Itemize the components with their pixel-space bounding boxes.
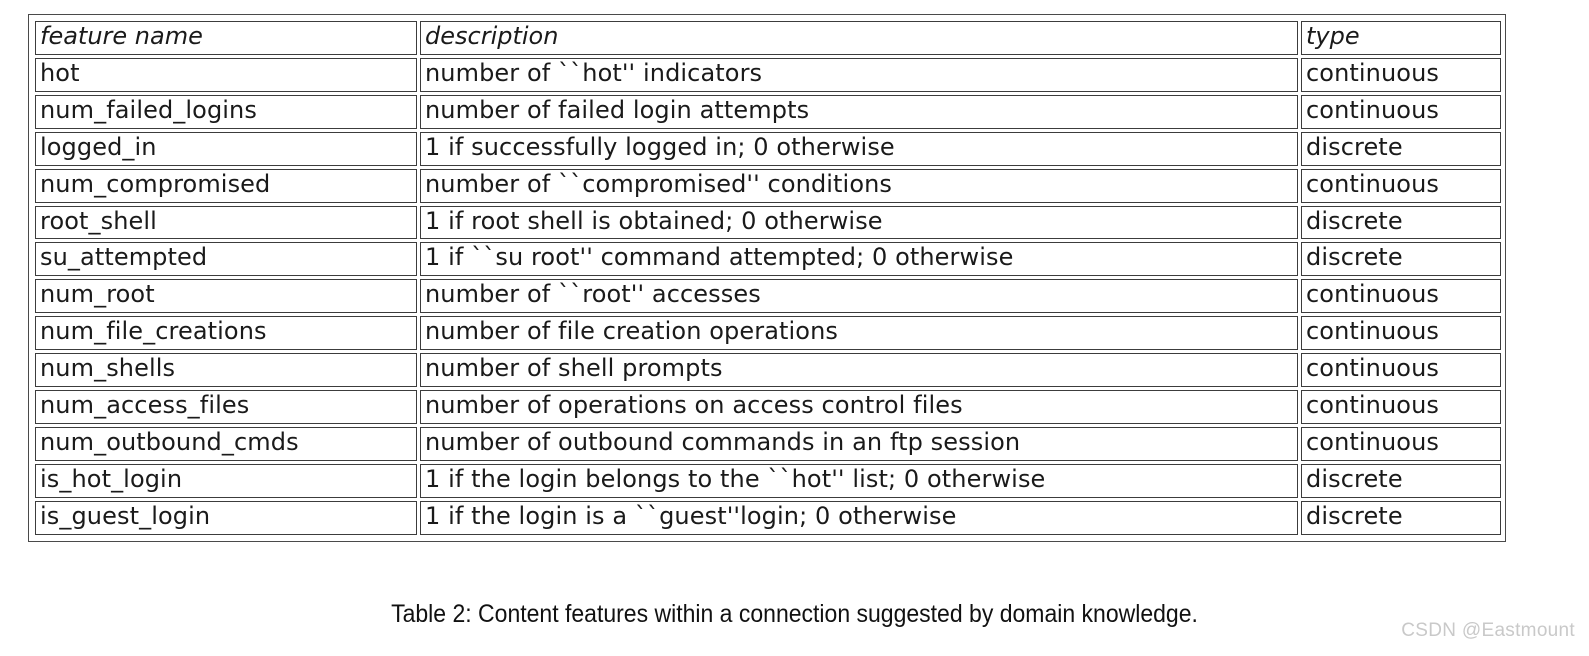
cell-type: continuous — [1301, 426, 1501, 461]
table-row: is_guest_login 1 if the login is a ``gue… — [35, 500, 1501, 535]
cell-type: discrete — [1301, 205, 1501, 240]
cell-description: number of operations on access control f… — [420, 390, 1298, 424]
cell-type: continuous — [1301, 57, 1501, 92]
cell-feature-name: num_compromised — [35, 168, 417, 203]
cell-feature-name: num_outbound_cmds — [35, 426, 417, 461]
table-row: num_outbound_cmds number of outbound com… — [35, 426, 1501, 461]
feature-table-container: feature name description type hot number… — [28, 14, 1506, 542]
cell-type: discrete — [1301, 131, 1501, 166]
watermark: CSDN @Eastmount — [1401, 620, 1575, 641]
table-body: hot number of ``hot'' indicators continu… — [35, 57, 1501, 535]
table-row: num_failed_logins number of failed login… — [35, 94, 1501, 129]
column-header-type: type — [1301, 21, 1501, 55]
cell-feature-name: is_hot_login — [35, 463, 417, 498]
cell-feature-name: num_failed_logins — [35, 94, 417, 129]
cell-feature-name: num_access_files — [35, 390, 417, 424]
cell-description: 1 if successfully logged in; 0 otherwise — [420, 131, 1298, 166]
cell-description: number of ``hot'' indicators — [420, 57, 1298, 92]
cell-description: 1 if the login belongs to the ``hot'' li… — [420, 463, 1298, 498]
cell-feature-name: num_file_creations — [35, 316, 417, 351]
cell-type: continuous — [1301, 94, 1501, 129]
table-row: num_compromised number of ``compromised'… — [35, 168, 1501, 203]
cell-feature-name: is_guest_login — [35, 500, 417, 535]
table-row: num_shells number of shell prompts conti… — [35, 353, 1501, 388]
column-header-feature-name: feature name — [35, 21, 417, 55]
table-row: su_attempted 1 if ``su root'' command at… — [35, 242, 1501, 277]
table-row: num_root number of ``root'' accesses con… — [35, 279, 1501, 314]
cell-type: continuous — [1301, 353, 1501, 388]
cell-type: continuous — [1301, 316, 1501, 351]
cell-feature-name: num_shells — [35, 353, 417, 388]
cell-feature-name: hot — [35, 57, 417, 92]
column-header-description: description — [420, 21, 1298, 55]
cell-description: number of outbound commands in an ftp se… — [420, 426, 1298, 461]
cell-feature-name: num_root — [35, 279, 417, 314]
cell-description: 1 if root shell is obtained; 0 otherwise — [420, 205, 1298, 240]
cell-description: number of ``root'' accesses — [420, 279, 1298, 314]
table-row: num_access_files number of operations on… — [35, 390, 1501, 424]
cell-type: discrete — [1301, 463, 1501, 498]
cell-description: number of shell prompts — [420, 353, 1298, 388]
cell-description: number of ``compromised'' conditions — [420, 168, 1298, 203]
table-row: root_shell 1 if root shell is obtained; … — [35, 205, 1501, 240]
cell-feature-name: su_attempted — [35, 242, 417, 277]
feature-table: feature name description type hot number… — [32, 18, 1504, 538]
table-header-row: feature name description type — [35, 21, 1501, 55]
cell-feature-name: logged_in — [35, 131, 417, 166]
cell-type: continuous — [1301, 168, 1501, 203]
table-row: hot number of ``hot'' indicators continu… — [35, 57, 1501, 92]
table-caption: Table 2: Content features within a conne… — [391, 600, 1198, 628]
cell-type: continuous — [1301, 390, 1501, 424]
cell-description: 1 if ``su root'' command attempted; 0 ot… — [420, 242, 1298, 277]
table-row: is_hot_login 1 if the login belongs to t… — [35, 463, 1501, 498]
table-row: logged_in 1 if successfully logged in; 0… — [35, 131, 1501, 166]
cell-description: number of failed login attempts — [420, 94, 1298, 129]
cell-type: continuous — [1301, 279, 1501, 314]
table-row: num_file_creations number of file creati… — [35, 316, 1501, 351]
cell-type: discrete — [1301, 500, 1501, 535]
table-header: feature name description type — [35, 21, 1501, 55]
cell-description: 1 if the login is a ``guest''login; 0 ot… — [420, 500, 1298, 535]
cell-type: discrete — [1301, 242, 1501, 277]
cell-description: number of file creation operations — [420, 316, 1298, 351]
cell-feature-name: root_shell — [35, 205, 417, 240]
